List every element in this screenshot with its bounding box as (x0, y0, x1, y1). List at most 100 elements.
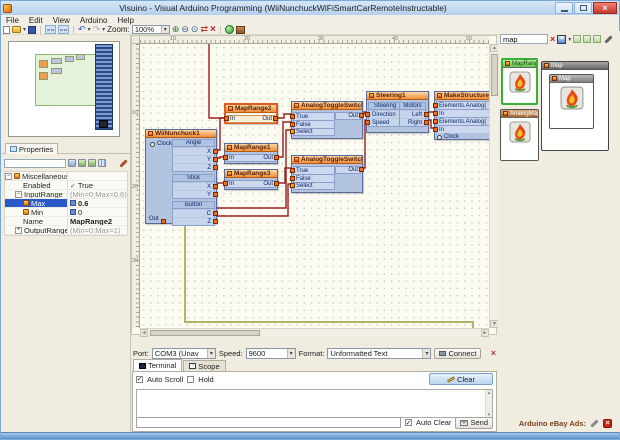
undo-dropdown-icon[interactable] (88, 26, 91, 33)
properties-filter-input[interactable] (4, 159, 66, 168)
terminal-output[interactable]: ▲▼ (136, 389, 493, 418)
component-group-map[interactable]: Map Map (541, 61, 609, 151)
collapse-icon[interactable] (15, 191, 22, 198)
upload-arduino-icon[interactable] (236, 26, 245, 34)
scroll-up-icon[interactable]: ▲ (487, 390, 491, 395)
terminal-scrollbar[interactable]: ▲▼ (485, 390, 492, 417)
pin-select[interactable] (290, 183, 295, 188)
save-icon[interactable] (28, 26, 36, 34)
block-steering1[interactable]: Steering1 Steering Direction Speed Motor… (366, 91, 429, 133)
zoom-out-icon[interactable] (181, 24, 189, 35)
property-row-outputrange[interactable]: OutputRange (Min=0;Max=1) (5, 226, 127, 235)
sort-dropdown-icon[interactable] (568, 36, 571, 43)
pin-select[interactable] (290, 129, 295, 134)
property-row-max[interactable]: Max 0.6 (5, 199, 127, 208)
collapse-icon[interactable] (5, 173, 12, 180)
wrench-icon[interactable] (119, 159, 127, 167)
menu-edit[interactable]: Edit (24, 15, 48, 25)
block-analogtoggleswitch1[interactable]: AnalogToggleSwitch1 True False Select Ou… (291, 101, 363, 139)
pin-stick-y[interactable] (213, 192, 218, 197)
pin-left[interactable] (424, 112, 429, 117)
format-combo[interactable]: Unformatted Text (327, 348, 431, 359)
pin-out[interactable] (274, 181, 279, 186)
close-button[interactable] (593, 2, 617, 14)
clear-search-icon[interactable] (550, 34, 555, 44)
hold-checkbox[interactable] (187, 376, 194, 383)
pin-elements-analog-1[interactable] (433, 103, 438, 108)
pin-clock[interactable]: Clock (435, 133, 489, 141)
component-item-map[interactable]: Map (549, 74, 594, 129)
pin-out[interactable] (274, 155, 279, 160)
open-file-icon[interactable] (12, 26, 21, 33)
zoom-in-icon[interactable] (172, 24, 180, 35)
menu-file[interactable]: File (1, 15, 24, 25)
pin-elements-analog-2[interactable] (433, 119, 438, 124)
pin-out[interactable] (359, 167, 364, 172)
property-row-name[interactable]: Name MapRange2 (5, 217, 127, 226)
component-item-maprange[interactable]: MapRange (501, 58, 538, 105)
pin-direction[interactable] (365, 112, 370, 117)
scroll-left-icon[interactable]: ◄ (140, 329, 148, 337)
toolbox-settings-icon[interactable] (605, 35, 613, 43)
pin-true[interactable] (290, 114, 295, 119)
toggle-right-panel-icon[interactable] (58, 25, 69, 34)
auto-clear-checkbox[interactable] (405, 419, 412, 426)
undo-icon[interactable] (78, 24, 86, 35)
expand-icon[interactable] (15, 227, 22, 234)
redo-dropdown-icon[interactable] (102, 26, 105, 33)
collapse-all-icon[interactable] (88, 159, 96, 167)
value-editor-icon[interactable] (70, 200, 76, 206)
port-combo[interactable]: COM3 (Unav (152, 348, 216, 359)
new-file-icon[interactable] (3, 26, 10, 34)
block-makestructure1[interactable]: MakeStructure1 Elements.Analog( In Eleme… (434, 91, 489, 140)
pin-in-1[interactable] (433, 111, 438, 116)
block-maprange3[interactable]: MapRange3 InOut (224, 169, 278, 190)
design-canvas[interactable]: WiiNunchuck1 Clock Angle X Y Z Stick X Y (140, 44, 489, 328)
pin-true[interactable] (290, 168, 295, 173)
pin-speed[interactable] (365, 120, 370, 125)
component-item-analogmap[interactable]: AnalogMap (500, 109, 539, 161)
category-view-icon[interactable] (573, 35, 581, 43)
pin-right[interactable] (424, 120, 429, 125)
horizontal-scrollbar[interactable]: ◄ ► (140, 328, 489, 336)
vertical-scroll-thumb[interactable] (491, 54, 498, 96)
tools-icon[interactable] (590, 419, 598, 427)
menu-help[interactable]: Help (112, 15, 138, 25)
detail-view-icon[interactable] (593, 35, 601, 43)
pin-angle-y[interactable] (213, 157, 218, 162)
tab-scope[interactable]: Scope (183, 360, 225, 371)
property-row-enabled[interactable]: Enabled True (5, 181, 127, 190)
component-search-input[interactable] (500, 34, 548, 44)
block-maprange2[interactable]: MapRange2 InOut (224, 103, 278, 124)
block-maprange1[interactable]: MapRange1 InOut (224, 143, 278, 164)
delete-icon[interactable] (210, 24, 216, 35)
pin-clock[interactable]: Clock (150, 141, 172, 147)
pin-out[interactable] (359, 113, 364, 118)
list-view-icon[interactable] (583, 35, 591, 43)
pin-in[interactable] (224, 116, 229, 121)
clear-button[interactable]: Clear (429, 373, 493, 385)
pin-stick-x[interactable] (213, 184, 218, 189)
pin-angle-z[interactable] (213, 165, 218, 170)
vertical-scrollbar[interactable]: ▲ ▼ (489, 44, 498, 328)
block-analogtoggleswitch2[interactable]: AnalogToggleSwitch2 True False Select Ou… (291, 155, 363, 193)
toggle-left-panel-icon[interactable] (45, 25, 56, 34)
open-dropdown-icon[interactable] (23, 26, 26, 33)
pin-out[interactable]: Out (149, 216, 166, 222)
send-button[interactable]: Send (455, 417, 493, 429)
block-wiinunchuck1[interactable]: WiiNunchuck1 Clock Angle X Y Z Stick X Y (145, 129, 217, 224)
project-overview-minimap[interactable] (8, 41, 120, 137)
pin-button-c[interactable] (213, 211, 218, 216)
zoom-fit-icon[interactable] (191, 24, 199, 35)
close-ads-icon[interactable] (603, 419, 612, 428)
property-row-inputrange[interactable]: InputRange (Min=0;Max=0.6) (5, 190, 127, 199)
pin-false[interactable] (290, 176, 295, 181)
horizontal-scroll-thumb[interactable] (150, 330, 260, 336)
compile-icon[interactable] (225, 25, 234, 34)
value-editor-icon[interactable] (70, 209, 76, 215)
categorize-icon[interactable] (98, 159, 106, 167)
pin-out[interactable] (273, 116, 278, 121)
zoom-combo[interactable]: 100% (132, 25, 170, 34)
speed-combo[interactable]: 9600 (246, 348, 296, 359)
redo-icon[interactable] (93, 24, 101, 35)
